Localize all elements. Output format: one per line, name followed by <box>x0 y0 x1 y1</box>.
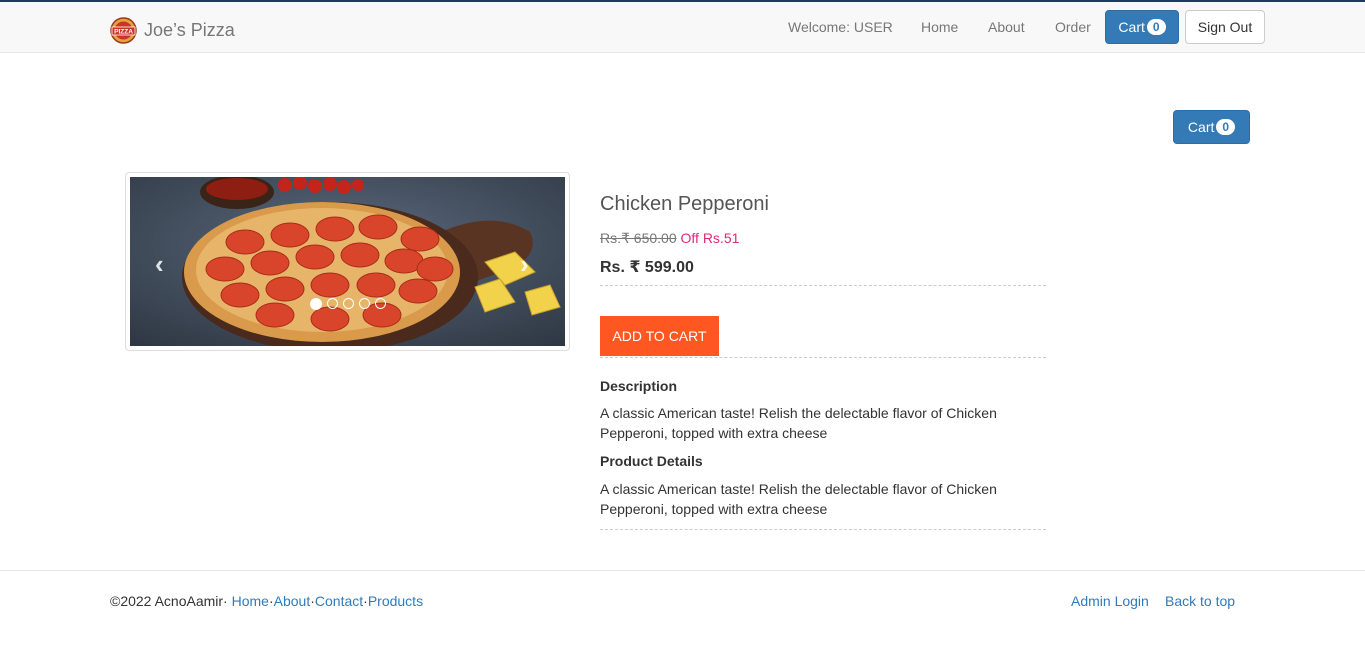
divider <box>600 529 1046 530</box>
footer-about-link[interactable]: About <box>274 593 311 609</box>
product-title: Chicken Pepperoni <box>600 193 769 215</box>
current-price: Rs. ₹ 599.00 <box>600 259 694 276</box>
carousel-indicator[interactable] <box>327 298 338 309</box>
navbar: PIZZA Joe’s Pizza Welcome: USER Home Abo… <box>0 2 1365 53</box>
brand[interactable]: PIZZA Joe’s Pizza <box>110 17 235 44</box>
pepperoni-pizza-image <box>130 177 565 346</box>
add-to-cart-button[interactable]: ADD TO CART <box>600 316 719 356</box>
carousel-slide: ‹ › <box>130 177 565 346</box>
page-cart-label: Cart <box>1187 119 1215 135</box>
footer-back-to-top: Back to top <box>1165 593 1235 609</box>
nav-home-link[interactable]: Home <box>921 19 958 35</box>
carousel-indicator[interactable] <box>310 298 322 310</box>
welcome-text: Welcome: USER <box>788 19 893 35</box>
carousel-prev-icon[interactable]: ‹ <box>155 249 164 280</box>
nav-cart-button[interactable]: Cart 0 <box>1105 10 1179 44</box>
description-heading: Description <box>600 378 678 394</box>
footer-home-link[interactable]: Home <box>232 593 269 609</box>
page-cart-count-badge: 0 <box>1216 119 1236 135</box>
footer-left: ©2022 AcnoAamir· Home·About·Contact·Prod… <box>110 593 423 609</box>
product-details-text: A classic American taste! Relish the del… <box>600 481 997 517</box>
logo-text: PIZZA <box>114 29 133 36</box>
nav-cart-label: Cart <box>1118 19 1145 35</box>
product-image-carousel: ‹ › <box>125 172 570 351</box>
back-to-top-link[interactable]: Back to top <box>1165 593 1235 609</box>
footer-products-link[interactable]: Products <box>368 593 423 609</box>
pizza-logo-icon: PIZZA <box>110 17 137 44</box>
page-cart-button[interactable]: Cart 0 <box>1173 110 1250 144</box>
nav-cart-count-badge: 0 <box>1146 19 1166 35</box>
product-details-heading: Product Details <box>600 453 703 469</box>
carousel-next-icon[interactable]: › <box>520 249 529 280</box>
footer-contact-link[interactable]: Contact <box>315 593 363 609</box>
carousel-indicators <box>310 298 386 310</box>
carousel-indicator[interactable] <box>343 298 354 309</box>
nav-about-link[interactable]: About <box>988 19 1025 35</box>
brand-name[interactable]: Joe’s Pizza <box>144 20 235 41</box>
copyright-text: ©2022 AcnoAamir· <box>110 593 228 609</box>
carousel-indicator[interactable] <box>359 298 370 309</box>
discount-text: Off Rs.51 <box>680 230 740 246</box>
divider <box>600 285 1046 286</box>
carousel-indicator[interactable] <box>375 298 386 309</box>
sign-out-button[interactable]: Sign Out <box>1185 10 1265 44</box>
description-text: A classic American taste! Relish the del… <box>600 405 997 441</box>
footer-admin: Admin Login <box>1071 593 1149 609</box>
nav-order-link[interactable]: Order <box>1055 19 1091 35</box>
price-old-line: Rs.₹ 650.00 Off Rs.51 <box>600 230 739 247</box>
divider <box>600 357 1046 358</box>
admin-login-link[interactable]: Admin Login <box>1071 593 1149 609</box>
old-price: Rs.₹ 650.00 <box>600 230 677 246</box>
footer-divider <box>0 570 1365 571</box>
